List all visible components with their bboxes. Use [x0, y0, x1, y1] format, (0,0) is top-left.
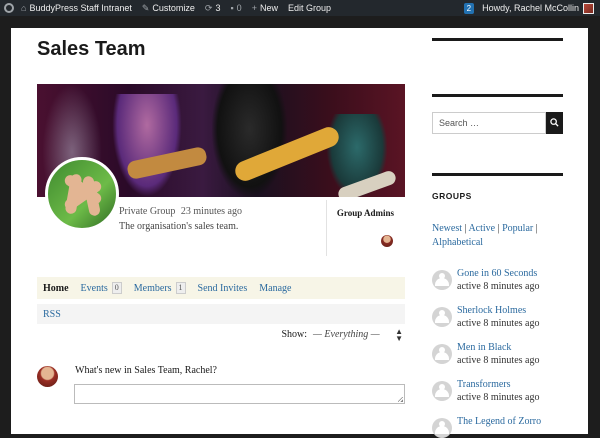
group-avatar-icon[interactable] [432, 381, 452, 401]
divider [326, 200, 327, 256]
group-name-link[interactable]: Sherlock Holmes [457, 305, 526, 316]
sidebar-divider [432, 173, 563, 176]
group-nav: Home Events 0 Members 1 Send Invites Man… [37, 277, 405, 299]
filter-selected-value: — Everything — [313, 329, 380, 340]
whats-new-prompt: What's new in Sales Team, Rachel? [75, 365, 217, 376]
group-status: Private Group [119, 206, 176, 217]
tab-events[interactable]: Events 0 [75, 282, 128, 294]
user-avatar-icon[interactable] [583, 2, 594, 14]
groups-widget-title: GROUPS [432, 191, 472, 201]
comments-link[interactable]: ▪ 0 [225, 0, 246, 16]
filter-label: Show: [281, 329, 307, 340]
members-count: 1 [175, 282, 186, 294]
tab-manage[interactable]: Manage [253, 283, 297, 294]
wordpress-logo-icon[interactable] [4, 3, 14, 13]
filter-popular[interactable]: Popular [502, 223, 533, 234]
updates-link[interactable]: ⟳ 3 [200, 0, 226, 16]
group-active-time: active 8 minutes ago [457, 281, 540, 292]
group-name-link[interactable]: Men in Black [457, 342, 511, 353]
group-avatar-icon[interactable] [432, 344, 452, 364]
group-avatar-icon[interactable] [432, 307, 452, 327]
group-avatar[interactable] [45, 157, 119, 231]
user-avatar [37, 366, 58, 387]
group-avatar-icon[interactable] [432, 418, 452, 438]
sidebar-divider [432, 38, 563, 41]
activity-subnav: RSS [37, 304, 405, 324]
tab-members[interactable]: Members 1 [128, 282, 192, 294]
plus-icon: + [251, 3, 257, 13]
search-button[interactable] [546, 112, 563, 134]
filter-active[interactable]: Active [468, 223, 495, 234]
group-meta: Private Group 23 minutes ago [119, 206, 242, 217]
activity-filter-select[interactable]: — Everything — ▲ ▼ [313, 327, 405, 343]
group-admins-title: Group Admins [336, 208, 394, 218]
howdy-account-link[interactable]: Howdy, Rachel McCollin [482, 3, 579, 13]
site-name-link[interactable]: ⌂ BuddyPress Staff Intranet [16, 0, 137, 16]
group-name-link[interactable]: Transformers [457, 379, 511, 390]
select-arrows-icon: ▲ ▼ [395, 327, 403, 343]
filter-alphabetical[interactable]: Alphabetical [432, 237, 483, 248]
edit-group-link[interactable]: Edit Group [283, 0, 336, 16]
search-input[interactable]: Search … [432, 112, 546, 134]
group-active-time: active 8 minutes ago [457, 392, 540, 403]
home-icon: ⌂ [21, 3, 27, 13]
rss-link[interactable]: RSS [37, 309, 67, 320]
brush-icon: ✎ [141, 2, 150, 13]
group-activity-time: 23 minutes ago [180, 206, 242, 217]
group-avatar-icon[interactable] [432, 270, 452, 290]
group-active-time: active 8 minutes ago [457, 318, 540, 329]
admin-bar: ⌂ BuddyPress Staff Intranet ✎ Customize … [0, 0, 600, 16]
search-icon [550, 118, 559, 127]
notifications-badge[interactable]: 2 [463, 2, 475, 14]
group-name-link[interactable]: The Legend of Zorro [457, 416, 541, 427]
page-title: Sales Team [37, 38, 146, 60]
group-description: The organisation's sales team. [119, 221, 239, 232]
sidebar-divider [432, 94, 563, 97]
tab-send-invites[interactable]: Send Invites [192, 283, 254, 294]
whats-new-textarea[interactable] [74, 384, 405, 404]
groups-filter-links: Newest | Active | Popular | Alphabetical [432, 223, 538, 248]
group-name-link[interactable]: Gone in 60 Seconds [457, 268, 537, 279]
filter-newest[interactable]: Newest [432, 223, 462, 234]
events-count: 0 [111, 282, 122, 294]
group-active-time: active 8 minutes ago [457, 355, 540, 366]
activity-filter: Show: — Everything — ▲ ▼ [37, 327, 405, 343]
tab-home[interactable]: Home [37, 283, 75, 294]
admin-avatar[interactable] [381, 235, 393, 247]
refresh-icon: ⟳ [204, 2, 213, 13]
comment-icon: ▪ [230, 3, 234, 13]
customize-link[interactable]: ✎ Customize [137, 0, 200, 16]
new-content-link[interactable]: + New [247, 0, 283, 16]
